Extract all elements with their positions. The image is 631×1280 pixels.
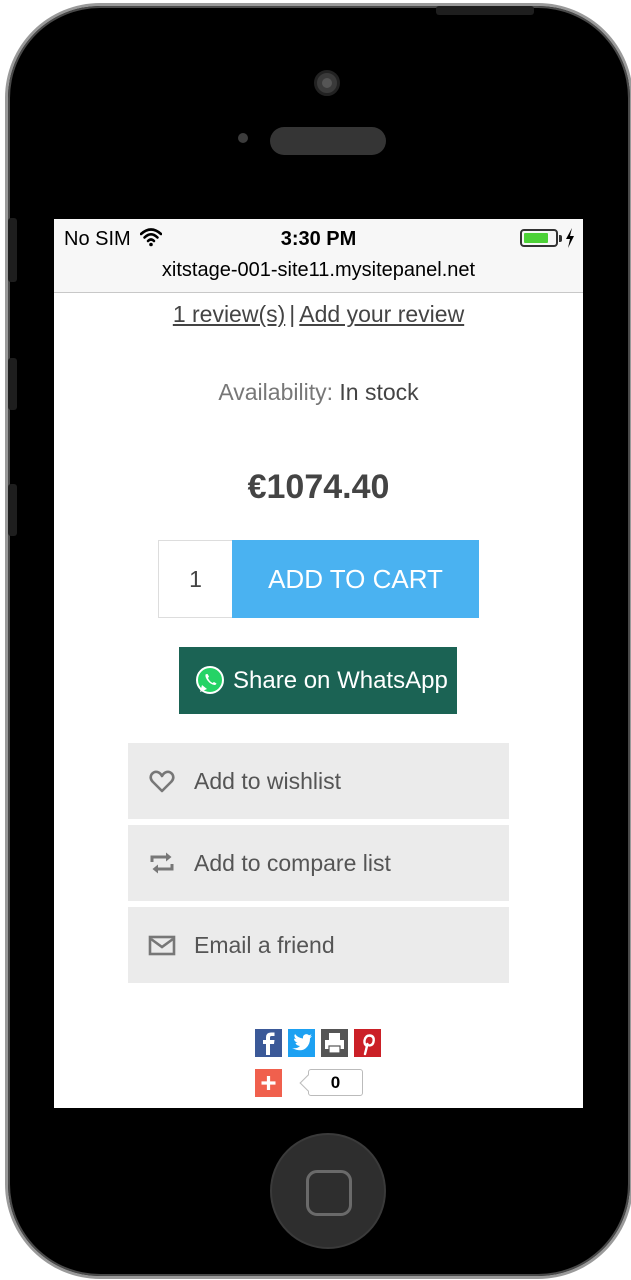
reviews-row: 1 review(s) | Add your review <box>54 301 583 328</box>
print-share[interactable] <box>321 1029 348 1057</box>
add-review-link[interactable]: Add your review <box>299 301 464 327</box>
whatsapp-icon <box>196 666 224 694</box>
screen: No SIM 3:30 PM xitstage-001-site11.mysit… <box>54 219 583 1108</box>
address-bar[interactable]: xitstage-001-site11.mysitepanel.net <box>54 257 583 293</box>
print-icon <box>325 1033 344 1054</box>
volume-up-button <box>8 358 17 410</box>
home-button[interactable] <box>270 1133 386 1249</box>
pinterest-icon <box>363 1034 375 1056</box>
wishlist-label: Add to wishlist <box>194 768 342 794</box>
mute-switch <box>8 218 17 282</box>
compare-arrows-icon <box>150 852 174 874</box>
email-friend-button[interactable]: Email a friend <box>128 907 509 983</box>
availability-label: Availability: <box>218 379 333 405</box>
twitter-icon <box>292 1034 312 1051</box>
facebook-icon <box>263 1032 275 1055</box>
whatsapp-share-button[interactable]: Share on WhatsApp <box>179 647 457 714</box>
compare-label: Add to compare list <box>194 850 391 876</box>
add-to-wishlist-button[interactable]: Add to wishlist <box>128 743 509 819</box>
reviews-link[interactable]: 1 review(s) <box>173 301 285 327</box>
twitter-share[interactable] <box>288 1029 315 1057</box>
power-button <box>436 6 534 15</box>
battery-level <box>524 233 548 243</box>
more-share[interactable] <box>255 1069 282 1097</box>
proximity-sensor <box>238 133 248 143</box>
availability-value: In stock <box>339 379 419 405</box>
earpiece-speaker <box>270 127 386 155</box>
add-to-cart-button[interactable]: ADD TO CART <box>232 540 479 618</box>
email-label: Email a friend <box>194 932 335 958</box>
plus-share-icon <box>261 1076 276 1090</box>
availability: Availability: In stock <box>54 379 583 406</box>
front-camera <box>314 70 340 96</box>
facebook-share[interactable] <box>255 1029 282 1057</box>
share-count: 0 <box>330 1073 341 1092</box>
battery-icon <box>520 229 562 247</box>
quantity-input[interactable]: 1 <box>158 540 232 618</box>
clock: 3:30 PM <box>280 228 357 250</box>
whatsapp-share-label: Share on WhatsApp <box>233 667 448 694</box>
share-counter: 0 <box>308 1069 363 1096</box>
pinterest-share[interactable] <box>354 1029 381 1057</box>
volume-down-button <box>8 484 17 536</box>
heart-icon <box>149 770 175 793</box>
home-square-icon <box>306 1170 352 1216</box>
product-price: €1074.40 <box>247 468 390 506</box>
charging-bolt-icon <box>566 228 574 248</box>
url-text: xitstage-001-site11.mysitepanel.net <box>161 259 476 281</box>
envelope-icon <box>148 935 176 956</box>
status-bar: No SIM 3:30 PM <box>54 219 583 257</box>
add-to-compare-button[interactable]: Add to compare list <box>128 825 509 901</box>
reviews-separator: | <box>289 301 296 327</box>
